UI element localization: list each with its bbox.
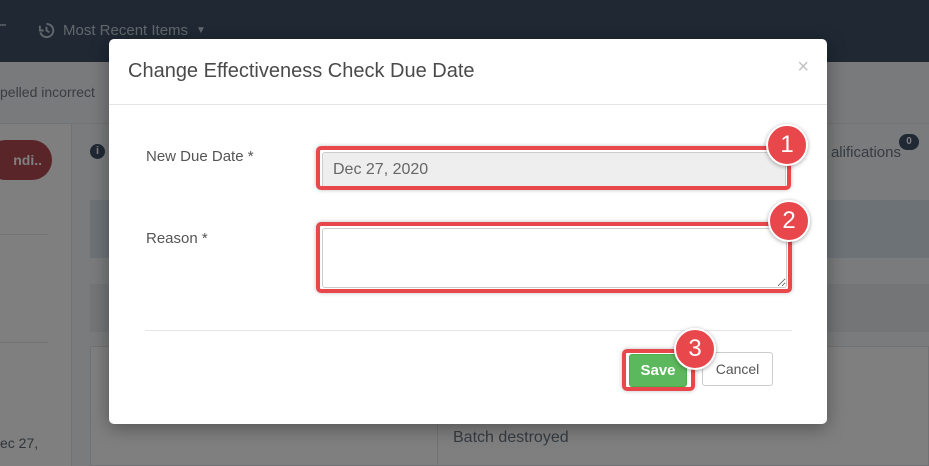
reason-textarea[interactable] <box>322 228 787 288</box>
reason-label: Reason * <box>146 230 208 247</box>
cancel-button[interactable]: Cancel <box>702 352 773 386</box>
close-icon[interactable]: × <box>797 57 809 77</box>
save-button[interactable]: Save <box>629 354 687 387</box>
modal-header: Change Effectiveness Check Due Date × <box>109 39 827 105</box>
new-due-date-input[interactable] <box>322 152 786 188</box>
change-due-date-modal: Change Effectiveness Check Due Date × Ne… <box>109 39 827 424</box>
new-due-date-label: New Due Date * <box>146 148 254 165</box>
modal-title: Change Effectiveness Check Due Date <box>128 60 475 82</box>
modal-footer-divider <box>145 330 792 331</box>
